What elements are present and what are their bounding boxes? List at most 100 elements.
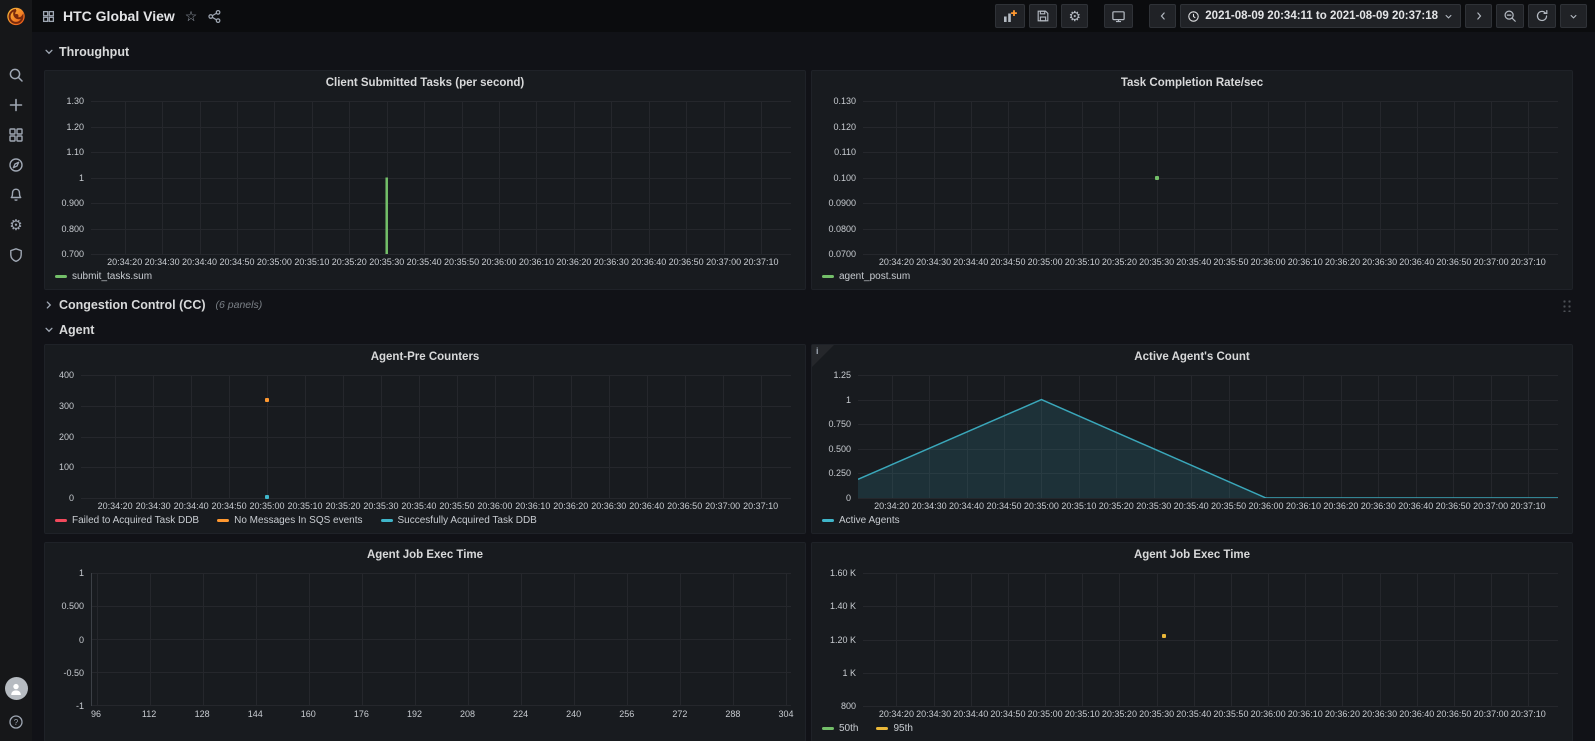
panel-title[interactable]: Active Agent's Count [812, 345, 1572, 369]
search-icon[interactable] [1, 60, 31, 90]
explore-compass-icon[interactable] [1, 150, 31, 180]
x-tick-label: 20:35:00 [250, 501, 285, 511]
x-tick-label: 224 [513, 709, 528, 719]
y-tick-label: 1.20 K [830, 635, 856, 645]
time-shift-back-button[interactable] [1149, 4, 1176, 28]
legend: agent_post.sum [820, 268, 1558, 284]
row-drag-handle[interactable] [1562, 299, 1573, 312]
x-tick-label: 20:36:10 [1286, 501, 1321, 511]
save-dashboard-button[interactable] [1029, 4, 1057, 28]
panel-title[interactable]: Client Submitted Tasks (per second) [45, 71, 805, 95]
row-header-throughput[interactable]: Throughput [44, 44, 1573, 60]
x-tick-label: 20:35:10 [294, 257, 329, 267]
y-tick-label: 0.250 [828, 468, 851, 478]
y-axis: 10.5000-0.50-1 [53, 573, 91, 706]
plot-area[interactable] [863, 101, 1558, 254]
x-tick-label: 20:35:00 [1024, 501, 1059, 511]
person-icon [8, 681, 24, 697]
y-tick-label: 400 [59, 370, 74, 380]
x-tick-label: 20:35:50 [439, 501, 474, 511]
x-tick-label: 20:35:40 [1176, 709, 1211, 719]
star-dashboard-icon[interactable]: ☆ [185, 8, 198, 25]
alerting-bell-icon[interactable] [1, 180, 31, 210]
plot-area[interactable] [863, 573, 1558, 706]
legend-item[interactable]: Active Agents [822, 515, 900, 526]
refresh-interval-button[interactable] [1560, 4, 1587, 28]
legend-item[interactable]: Succesfully Acquired Task DDB [381, 515, 537, 526]
add-panel-button[interactable] [995, 4, 1025, 28]
panel-title[interactable]: Agent Job Exec Time [812, 543, 1572, 567]
x-tick-label: 20:34:30 [136, 501, 171, 511]
time-range-picker[interactable]: 2021-08-09 20:34:11 to 2021-08-09 20:37:… [1180, 4, 1461, 28]
chevron-down-icon [44, 47, 58, 57]
row-header-agent[interactable]: Agent [44, 322, 1573, 338]
plot-area[interactable] [91, 101, 791, 254]
panel-active-agents-count: i Active Agent's Count 1.2510.7500.5000.… [811, 344, 1573, 534]
zoom-out-button[interactable] [1496, 4, 1524, 28]
x-tick-label: 20:37:10 [1511, 257, 1546, 267]
x-tick-label: 20:36:50 [669, 257, 704, 267]
dashboard-settings-button[interactable]: ⚙ [1061, 4, 1088, 28]
x-tick-label: 20:37:00 [1474, 709, 1509, 719]
x-tick-label: 20:34:30 [912, 501, 947, 511]
x-tick-label: 20:36:00 [481, 257, 516, 267]
legend-item[interactable]: submit_tasks.sum [55, 271, 152, 282]
legend-item[interactable]: Failed to Acquired Task DDB [55, 515, 199, 526]
y-tick-label: 0.0800 [828, 224, 856, 234]
panel-title[interactable]: Agent-Pre Counters [45, 345, 805, 369]
legend-item[interactable]: 95th [876, 723, 912, 734]
x-tick-label: 20:36:50 [1436, 501, 1471, 511]
legend-item[interactable]: 50th [822, 723, 858, 734]
row-title: Agent [59, 323, 94, 337]
panel-title[interactable]: Agent Job Exec Time [45, 543, 805, 567]
create-plus-icon[interactable] [1, 90, 31, 120]
legend-swatch [55, 275, 67, 278]
x-tick-label: 20:34:30 [145, 257, 180, 267]
row-panel-count: (6 panels) [216, 299, 263, 311]
x-tick-label: 20:35:30 [369, 257, 404, 267]
dashboard-title[interactable]: HTC Global View [63, 8, 175, 24]
time-shift-forward-button[interactable] [1465, 4, 1492, 28]
legend: Active Agents [820, 512, 1558, 528]
legend-swatch [822, 519, 834, 522]
y-axis: 1.2510.7500.5000.2500 [820, 375, 858, 498]
x-tick-label: 20:35:40 [1176, 257, 1211, 267]
y-tick-label: 1 [79, 173, 84, 183]
plot-area[interactable] [81, 375, 791, 498]
x-tick-label: 20:36:50 [1436, 257, 1471, 267]
legend-item[interactable]: agent_post.sum [822, 271, 910, 282]
legend-swatch [55, 519, 67, 522]
dashboards-icon[interactable] [1, 120, 31, 150]
panel-client-submitted-tasks: Client Submitted Tasks (per second) 1.30… [44, 70, 806, 290]
x-tick-label: 20:35:50 [1213, 257, 1248, 267]
share-dashboard-icon[interactable] [207, 9, 222, 24]
x-axis: 20:34:2020:34:3020:34:4020:34:5020:35:00… [858, 498, 1558, 512]
legend-item[interactable]: No Messages In SQS events [217, 515, 362, 526]
panel-title[interactable]: Task Completion Rate/sec [812, 71, 1572, 95]
x-tick-label: 20:34:20 [879, 257, 914, 267]
configuration-gear-icon[interactable]: ⚙ [1, 210, 31, 240]
x-tick-label: 20:35:40 [407, 257, 442, 267]
panel-info-icon[interactable]: i [812, 345, 834, 367]
user-avatar[interactable] [5, 677, 28, 700]
cycle-view-button[interactable] [1104, 4, 1133, 28]
y-tick-label: 0.110 [834, 147, 856, 157]
x-axis: 20:34:2020:34:3020:34:4020:34:5020:35:00… [91, 254, 791, 268]
x-tick-label: 20:36:50 [1436, 709, 1471, 719]
plot-area[interactable] [91, 573, 791, 706]
x-tick-label: 20:34:50 [219, 257, 254, 267]
series-layer [863, 101, 1558, 254]
refresh-button[interactable] [1528, 4, 1556, 28]
plot-area[interactable] [858, 375, 1558, 498]
x-tick-label: 20:36:10 [1288, 709, 1323, 719]
help-icon[interactable]: ? [1, 707, 31, 737]
panel-task-completion-rate: Task Completion Rate/sec 0.1300.1200.110… [811, 70, 1573, 290]
x-tick-label: 20:35:20 [332, 257, 367, 267]
row-header-congestion-control[interactable]: Congestion Control (CC) (6 panels) [44, 296, 1573, 314]
x-tick-label: 20:34:40 [953, 257, 988, 267]
y-tick-label: 0 [846, 493, 851, 503]
grafana-logo[interactable] [0, 0, 32, 32]
admin-shield-icon[interactable] [1, 240, 31, 270]
y-tick-label: 1 [846, 395, 851, 405]
y-tick-label: 1.30 [66, 96, 84, 106]
